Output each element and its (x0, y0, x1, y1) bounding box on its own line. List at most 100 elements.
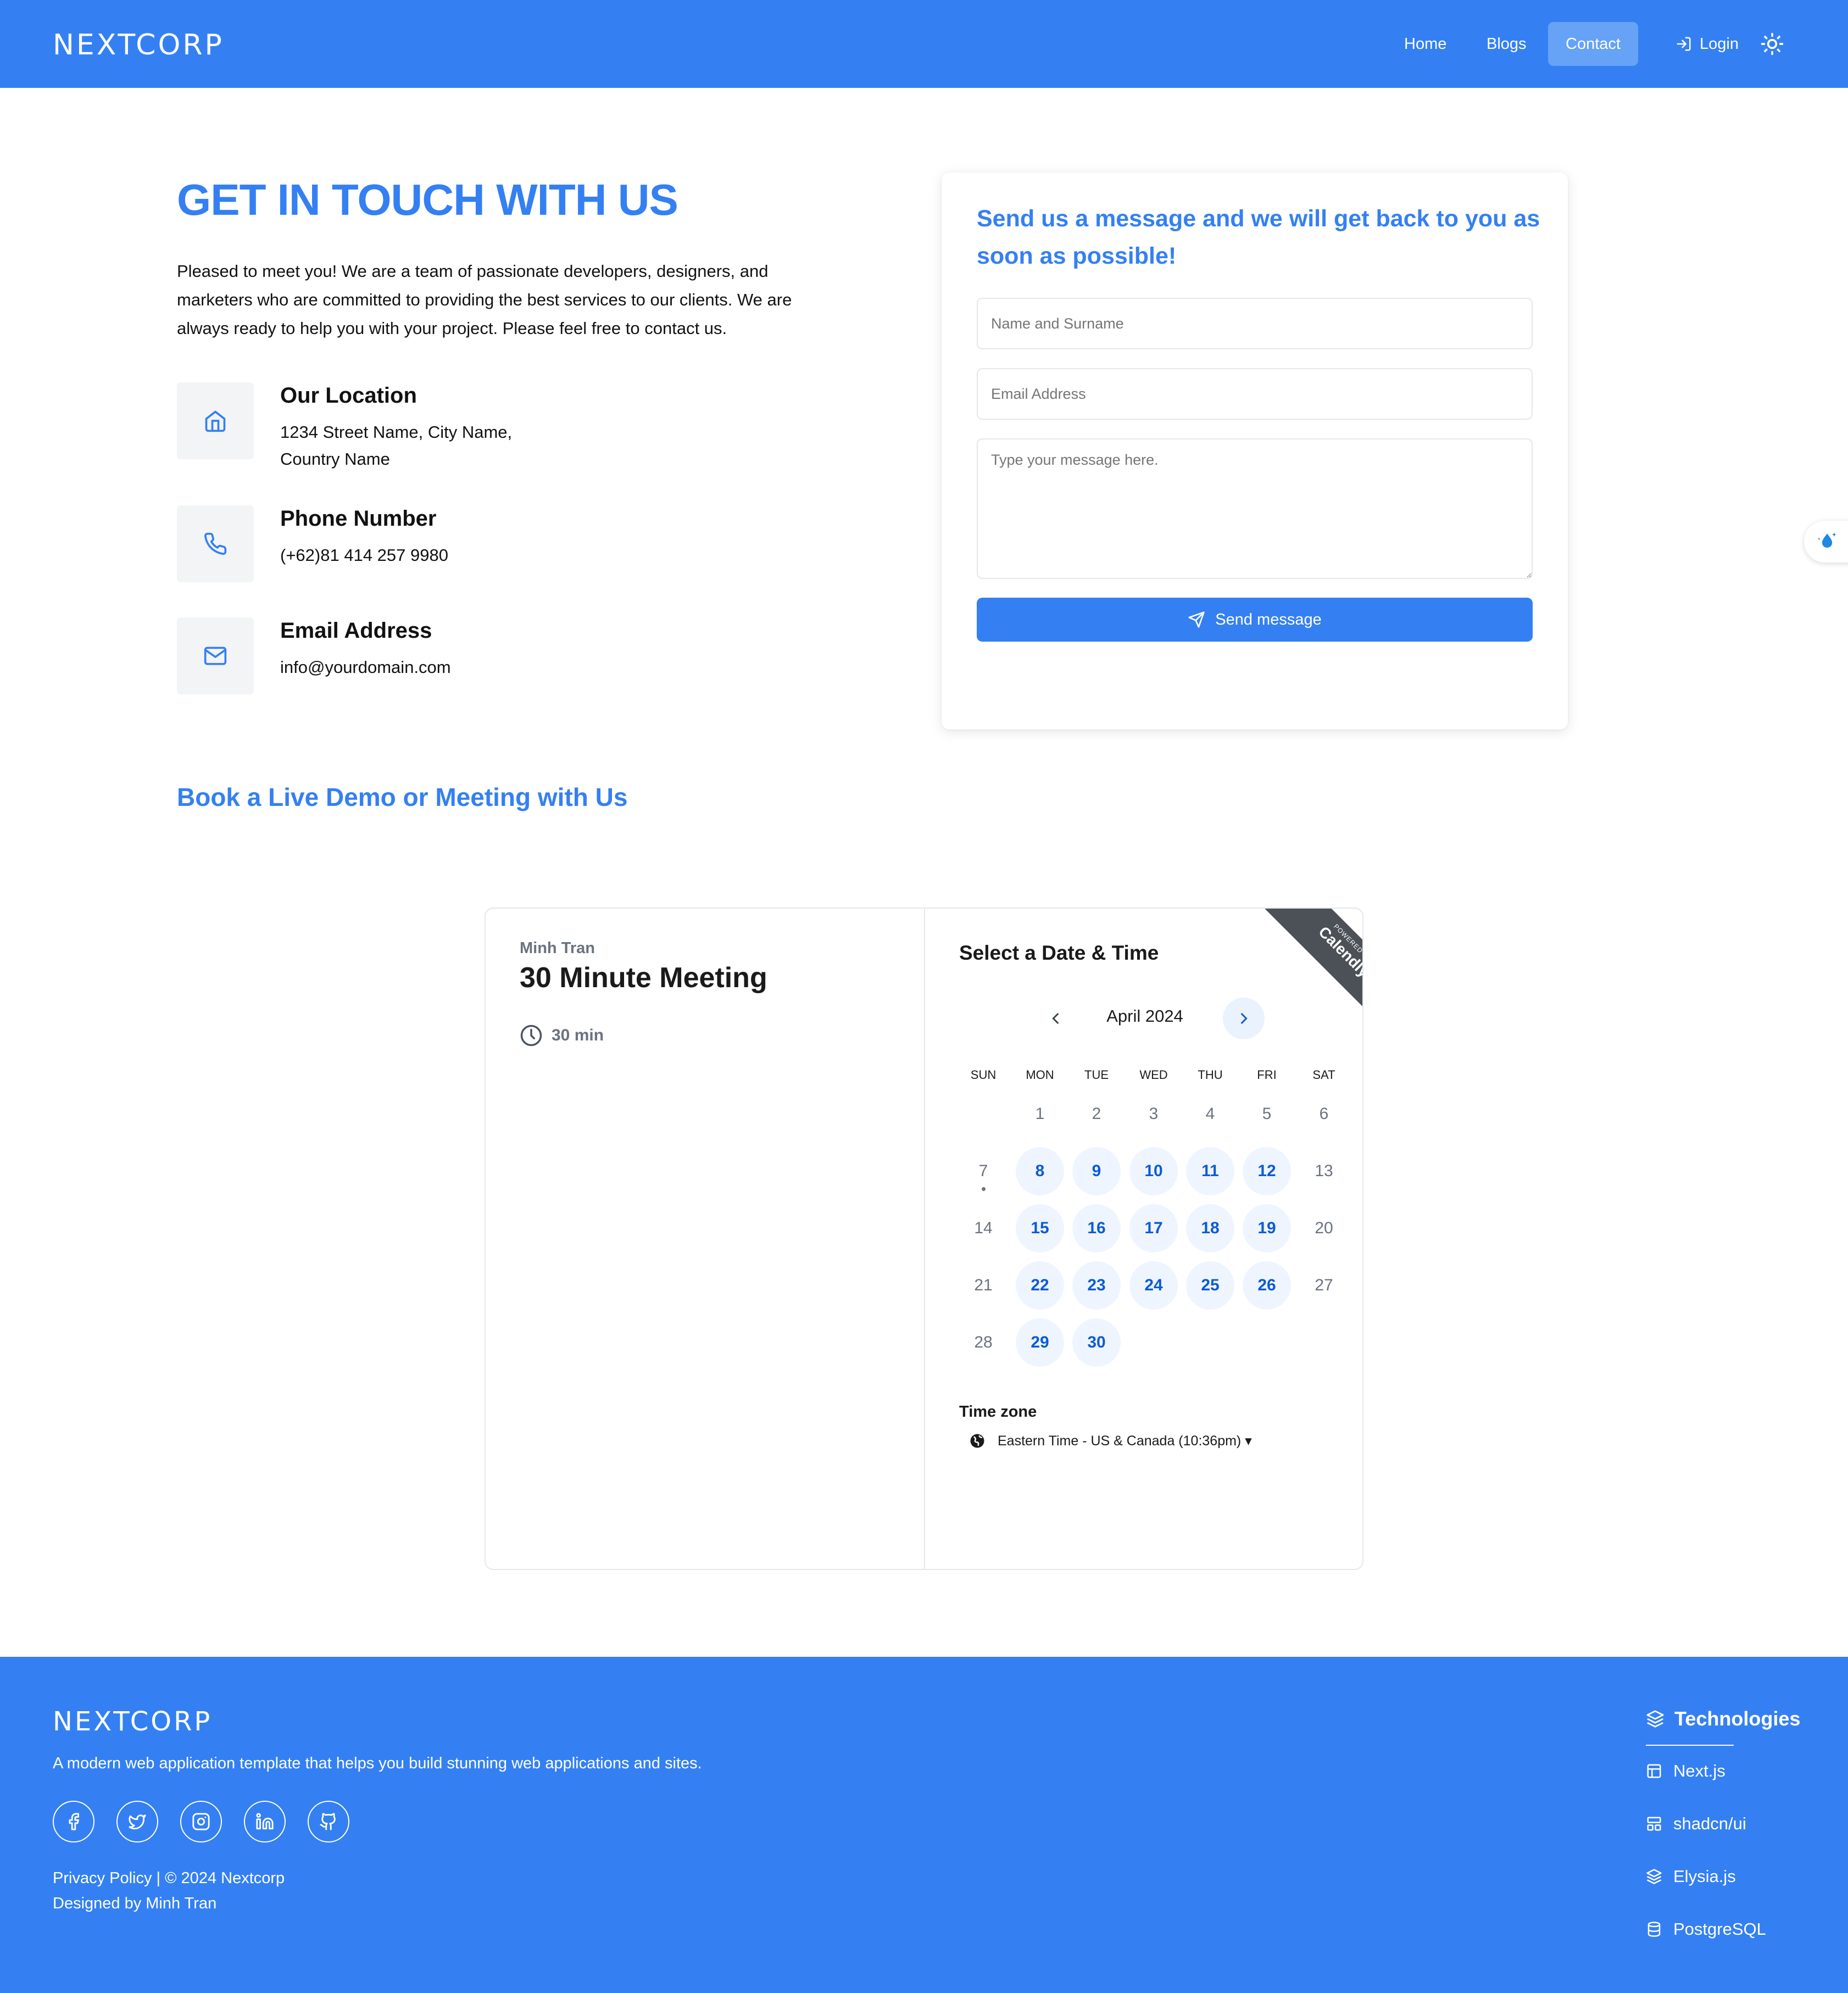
calendar-day: 6 (1319, 1105, 1329, 1123)
contact-form-card: Send us a message and we will get back t… (942, 172, 1568, 730)
form-title: Send us a message and we will get back t… (977, 205, 1540, 269)
tech-item-postgresql[interactable]: PostgreSQL (1646, 1919, 1766, 1939)
nav-contact[interactable]: Contact (1548, 22, 1638, 66)
facebook-link[interactable] (53, 1801, 94, 1842)
tech-item-elysia[interactable]: Elysia.js (1646, 1867, 1736, 1886)
calendar-day: 2 (1092, 1105, 1101, 1123)
globe-icon (970, 1434, 984, 1448)
send-icon (1188, 611, 1205, 628)
prev-month-button[interactable] (1035, 998, 1077, 1039)
calendar-day-available[interactable]: 22 (1016, 1261, 1064, 1310)
instagram-link[interactable] (180, 1801, 222, 1842)
calendar-day: 14 (974, 1219, 993, 1237)
event-duration: 30 min (520, 1024, 604, 1047)
nav-blogs[interactable]: Blogs (1469, 22, 1544, 66)
calendar-day: 13 (1315, 1162, 1333, 1180)
weekday-label: SUN (970, 1068, 997, 1082)
calendar-day: 5 (1262, 1105, 1272, 1123)
copyright-line[interactable]: Privacy Policy | © 2024 Nextcorp (53, 1866, 285, 1891)
tech-item-shadcn[interactable]: shadcn/ui (1646, 1814, 1746, 1834)
host-name: Minh Tran (520, 939, 595, 957)
name-input[interactable] (977, 298, 1533, 349)
email-value: info@yourdomain.com (280, 658, 451, 677)
weekday-label: WED (1139, 1068, 1168, 1082)
footer-copyright: Privacy Policy | © 2024 Nextcorp Designe… (53, 1866, 285, 1916)
layout-icon (1647, 1764, 1661, 1778)
calendar-day: 1 (1035, 1105, 1045, 1123)
site-header: NEXTCORP Home Blogs Contact Login (0, 0, 1848, 88)
email-title: Email Address (280, 619, 432, 643)
location-line-2: Country Name (280, 449, 390, 469)
technologies-underline (1646, 1745, 1734, 1746)
login-icon (1677, 37, 1691, 51)
logo[interactable]: NEXTCORP (53, 29, 224, 62)
tech-item-nextjs[interactable]: Next.js (1646, 1761, 1725, 1781)
ribbon-brand: Calendly (1315, 923, 1363, 981)
email-input[interactable] (977, 368, 1533, 420)
calendar-day-available[interactable]: 24 (1129, 1261, 1178, 1310)
tech-label: Elysia.js (1673, 1867, 1736, 1886)
calendar-day-available[interactable]: 26 (1243, 1261, 1291, 1310)
demo-section-title: Book a Live Demo or Meeting with Us (177, 783, 628, 811)
social-links (53, 1801, 349, 1842)
weekday-label: FRI (1257, 1068, 1277, 1082)
nav-login[interactable]: Login (1658, 22, 1756, 66)
footer-tagline: A modern web application template that h… (53, 1755, 702, 1772)
floating-widget-tab[interactable] (1804, 521, 1848, 563)
timezone-value: Eastern Time - US & Canada (10:36pm) ▾ (998, 1433, 1252, 1449)
github-icon (320, 1813, 336, 1830)
location-icon-box (177, 382, 254, 459)
home-icon (205, 410, 226, 432)
tech-label: shadcn/ui (1673, 1814, 1746, 1833)
calendar-day-available[interactable]: 10 (1129, 1147, 1178, 1195)
calendar-day-available[interactable]: 30 (1072, 1318, 1121, 1367)
calendar-day: 20 (1315, 1219, 1333, 1237)
page-title: GET IN TOUCH WITH US (177, 175, 678, 224)
technologies-title: Technologies (1674, 1707, 1801, 1730)
calendar-day-available[interactable]: 16 (1072, 1204, 1121, 1252)
message-textarea[interactable] (977, 438, 1533, 579)
calendar-day-available[interactable]: 9 (1072, 1147, 1121, 1195)
calendar-day-available[interactable]: 15 (1016, 1204, 1064, 1252)
instagram-icon (192, 1813, 210, 1830)
intro-text: Pleased to meet you! We are a team of pa… (177, 261, 792, 338)
github-link[interactable] (308, 1801, 349, 1842)
calendar-day: 21 (974, 1276, 993, 1294)
calendly-ribbon[interactable]: POWERED BY Calendly (1246, 909, 1363, 1025)
calendar-day-available[interactable]: 25 (1186, 1261, 1234, 1310)
month-label: April 2024 (1106, 1006, 1183, 1026)
select-date-title: Select a Date & Time (959, 942, 1159, 964)
tech-label: PostgreSQL (1673, 1919, 1766, 1939)
calendar-day: 28 (974, 1333, 993, 1351)
twitter-link[interactable] (116, 1801, 158, 1842)
droplet-sparkle-icon (1817, 532, 1836, 548)
timezone-label: Time zone (959, 1403, 1037, 1421)
calendar-day-available[interactable]: 8 (1016, 1147, 1064, 1195)
calendar-day-available[interactable]: 18 (1186, 1204, 1234, 1252)
calendar-day-available[interactable]: 11 (1186, 1147, 1234, 1195)
weekday-label: SAT (1312, 1068, 1335, 1082)
calendar-day-available[interactable]: 29 (1016, 1318, 1064, 1367)
send-message-label: Send message (1215, 610, 1322, 628)
timezone-select[interactable]: Eastern Time - US & Canada (10:36pm) ▾ (969, 1433, 1252, 1449)
twitter-icon (129, 1814, 146, 1830)
tech-label: Next.js (1673, 1761, 1725, 1780)
clock-icon (520, 1025, 542, 1046)
nav-home[interactable]: Home (1387, 22, 1464, 66)
linkedin-link[interactable] (244, 1801, 286, 1842)
calendar-day: 7 (959, 1147, 1008, 1195)
weekday-label: THU (1198, 1068, 1223, 1082)
nav-login-label: Login (1700, 35, 1739, 53)
phone-icon-box (177, 505, 254, 582)
sun-icon[interactable] (1760, 32, 1784, 56)
footer-logo[interactable]: NEXTCORP (53, 1706, 212, 1737)
calendar-day-available[interactable]: 23 (1072, 1261, 1121, 1310)
location-line-1: 1234 Street Name, City Name, (280, 422, 513, 442)
calendar-day-available[interactable]: 17 (1129, 1204, 1178, 1252)
send-message-button[interactable]: Send message (977, 598, 1533, 642)
duration-label: 30 min (552, 1026, 604, 1044)
layers-icon (1646, 1710, 1664, 1728)
calendar-day-available[interactable]: 12 (1243, 1147, 1291, 1195)
calendar-day: 3 (1149, 1105, 1159, 1123)
calendar-day-available[interactable]: 19 (1243, 1204, 1291, 1252)
